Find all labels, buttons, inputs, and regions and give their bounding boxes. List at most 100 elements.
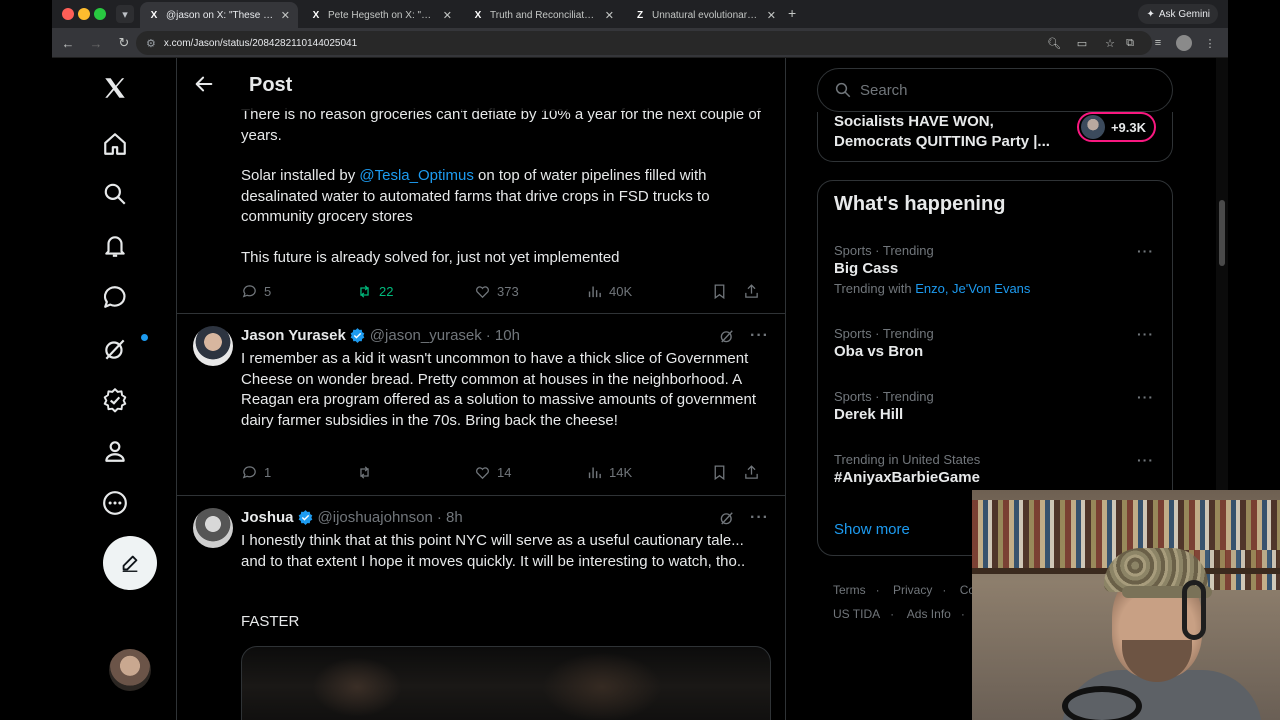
avatar[interactable]	[193, 326, 233, 366]
more-options-icon[interactable]: ···	[750, 327, 769, 345]
back-icon[interactable]: ←	[56, 31, 80, 55]
post-paragraph: There is no reason groceries can't defla…	[241, 106, 761, 144]
post-time[interactable]: · 10h	[486, 327, 520, 344]
reply-actions: 1 14 14K	[241, 462, 771, 482]
trend-meta: Trending in United States	[834, 452, 981, 467]
views-button[interactable]: 14K	[586, 464, 711, 481]
trend-name: Derek Hill	[834, 406, 904, 423]
close-tab-icon[interactable]: ✕	[443, 9, 452, 22]
reload-icon[interactable]: ↻	[112, 31, 136, 55]
repost-button[interactable]	[356, 464, 474, 481]
reply-post[interactable]: Jason Yurasek @jason_yurasek · 10h ··· I…	[177, 314, 785, 496]
grok-explain-icon[interactable]	[718, 509, 736, 527]
post-media-video[interactable]	[241, 646, 771, 720]
verified-orgs-icon[interactable]	[101, 386, 129, 414]
like-button[interactable]: 14	[474, 464, 586, 481]
account-avatar[interactable]	[109, 649, 151, 691]
more-options-icon[interactable]: ···	[750, 509, 769, 527]
reply-button[interactable]: 5	[241, 283, 356, 300]
new-tab-plus-icon[interactable]: +	[788, 5, 796, 21]
share-button[interactable]	[743, 464, 760, 481]
maximize-window-button[interactable]	[94, 8, 106, 20]
author-handle[interactable]: @jason_yurasek	[370, 327, 482, 344]
author-handle[interactable]: @ijoshuajohnson	[318, 509, 433, 526]
bookmark-star-icon[interactable]: ☆	[1100, 33, 1120, 53]
more-options-icon[interactable]: ···	[1137, 452, 1154, 468]
terms-link[interactable]: Terms	[833, 583, 866, 597]
space-listeners-pill[interactable]: +9.3K	[1076, 112, 1156, 142]
close-tab-icon[interactable]: ✕	[767, 9, 776, 22]
site-info-icon[interactable]: ⚙	[146, 37, 156, 50]
ask-gemini-label: Ask Gemini	[1158, 8, 1210, 20]
share-icon	[745, 464, 758, 479]
kebab-menu-icon[interactable]: ⋮	[1200, 33, 1220, 53]
trend-item[interactable]: Sports · Trending Oba vs Bron ···	[834, 326, 1154, 360]
zoom-icon[interactable]: 🔍︎	[1044, 33, 1064, 53]
bookmark-icon	[714, 464, 725, 480]
share-icon	[745, 283, 758, 298]
ask-gemini-button[interactable]: ✦ Ask Gemini	[1138, 4, 1218, 24]
close-window-button[interactable]	[62, 8, 74, 20]
close-tab-icon[interactable]: ✕	[605, 9, 614, 22]
url-text: x.com/Jason/status/2084282110144025041	[163, 37, 358, 49]
browser-tab[interactable]: Z Unnatural evolutionary proce ✕	[626, 2, 784, 28]
ads-info-link[interactable]: Ads Info	[907, 607, 951, 621]
more-options-icon[interactable]: ···	[1137, 243, 1154, 259]
post-paragraph: This future is already solved for, just …	[241, 248, 620, 266]
repost-button[interactable]: 22	[356, 283, 474, 300]
trend-item[interactable]: Trending in United States #AniyaxBarbieG…	[834, 452, 1154, 486]
home-icon[interactable]	[101, 130, 129, 158]
more-options-icon[interactable]: ···	[1137, 389, 1154, 405]
live-space-card[interactable]: Socialists HAVE WON, Democrats QUITTING …	[817, 112, 1173, 162]
browser-tab[interactable]: X Truth and Reconciliator on X: ✕	[464, 2, 622, 28]
browser-tab[interactable]: X Pete Hegseth on X: "Fact. Th ✕	[302, 2, 460, 28]
search-placeholder: Search	[860, 81, 908, 99]
messages-icon[interactable]	[101, 283, 129, 311]
trend-item[interactable]: Sports · Trending Big Cass Trending with…	[834, 243, 1154, 296]
tab-search-chevron-icon[interactable]: ▾	[116, 5, 134, 23]
mention-link[interactable]: @Tesla_Optimus	[359, 167, 473, 184]
close-tab-icon[interactable]: ✕	[281, 9, 290, 22]
author-name[interactable]: Joshua	[241, 509, 294, 526]
avatar[interactable]	[193, 508, 233, 548]
back-arrow-icon[interactable]	[193, 73, 215, 95]
post-time[interactable]: · 8h	[437, 509, 463, 526]
compose-post-button[interactable]	[103, 536, 157, 590]
main-column: Post There is no reason groceries can't …	[176, 58, 786, 720]
x-logo-icon[interactable]	[101, 74, 129, 102]
browser-toolbar: ← → ↻ ⚙ x.com/Jason/status/2084282110144…	[52, 28, 1228, 58]
address-bar[interactable]: ⚙ x.com/Jason/status/2084282110144025041	[136, 31, 1152, 55]
privacy-link[interactable]: Privacy	[893, 583, 932, 597]
install-app-icon[interactable]: ▭	[1072, 33, 1092, 53]
grok-explain-icon[interactable]	[718, 327, 736, 345]
scrollbar-thumb[interactable]	[1219, 200, 1225, 266]
more-icon[interactable]	[101, 489, 129, 517]
accessibility-link[interactable]: US TIDA	[833, 607, 880, 621]
trend-item[interactable]: Sports · Trending Derek Hill ···	[834, 389, 1154, 423]
forward-icon[interactable]: →	[84, 31, 108, 55]
x-favicon-icon: X	[474, 9, 482, 21]
extensions-icon[interactable]: ⧉	[1120, 33, 1140, 53]
show-more-link[interactable]: Show more	[834, 521, 910, 538]
profile-avatar[interactable]	[1176, 35, 1192, 51]
minimize-window-button[interactable]	[78, 8, 90, 20]
reading-list-icon[interactable]: ≡	[1148, 33, 1168, 53]
reply-button[interactable]: 1	[241, 464, 356, 481]
grok-icon[interactable]	[101, 335, 129, 363]
share-button[interactable]	[743, 283, 760, 300]
like-button[interactable]: 373	[474, 283, 586, 300]
notifications-bell-icon[interactable]	[101, 232, 129, 260]
views-button[interactable]: 40K	[586, 283, 711, 300]
bookmark-button[interactable]	[711, 464, 743, 481]
reply-post[interactable]: Joshua @ijoshuajohnson · 8h ··· I honest…	[177, 496, 785, 720]
author-name[interactable]: Jason Yurasek	[241, 327, 346, 344]
search-icon[interactable]	[101, 180, 129, 208]
bookmark-button[interactable]	[711, 283, 743, 300]
profile-icon[interactable]	[101, 437, 129, 465]
views-chart-icon	[588, 286, 601, 297]
more-options-icon[interactable]: ···	[1137, 326, 1154, 342]
tab-title: Truth and Reconciliator on X:	[490, 9, 599, 21]
trend-related-links[interactable]: Enzo, Je'Von Evans	[915, 281, 1030, 296]
search-input[interactable]: Search	[817, 68, 1173, 112]
browser-tab[interactable]: X @jason on X: "These folks ha ✕	[140, 2, 298, 28]
